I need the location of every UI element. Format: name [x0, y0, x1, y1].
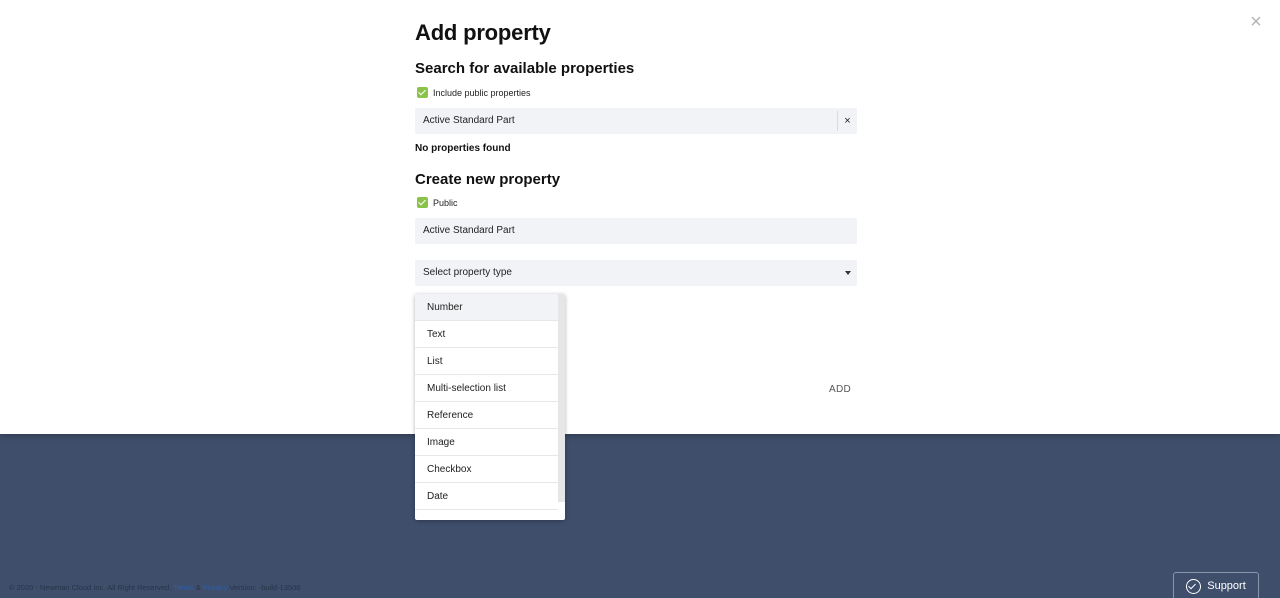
property-name-value: Active Standard Part — [423, 225, 515, 236]
close-icon[interactable]: × — [1246, 12, 1266, 32]
privacy-link[interactable]: Privacy — [203, 583, 228, 592]
search-input[interactable]: Active Standard Part × — [415, 108, 857, 134]
public-checkbox[interactable] — [417, 197, 428, 208]
property-type-placeholder: Select property type — [423, 267, 512, 278]
footer-amp: & — [195, 583, 201, 592]
footer: © 2020 - Newman Cloud Inc. All Right Res… — [9, 583, 300, 592]
property-name-input[interactable]: Active Standard Part — [415, 218, 857, 244]
search-section-heading: Search for available properties — [415, 60, 635, 77]
dropdown-option-number[interactable]: Number — [415, 294, 558, 321]
terms-link[interactable]: Terms — [173, 583, 193, 592]
dropdown-option-reference[interactable]: Reference — [415, 402, 558, 429]
caret-down-icon — [845, 271, 851, 275]
public-toggle[interactable]: Public — [417, 197, 458, 208]
clear-icon[interactable]: × — [837, 111, 857, 131]
dropdown-option-date[interactable]: Date — [415, 483, 558, 510]
footer-version: Version: -build-13506 — [229, 583, 301, 592]
public-label: Public — [433, 197, 458, 208]
include-public-label: Include public properties — [433, 87, 531, 98]
support-label: Support — [1207, 580, 1246, 592]
dropdown-option-checkbox[interactable]: Checkbox — [415, 456, 558, 483]
dropdown-option-list[interactable]: List — [415, 348, 558, 375]
footer-copyright: © 2020 - Newman Cloud Inc. All Right Res… — [9, 583, 172, 592]
property-type-dropdown: Number Text List Multi-selection list Re… — [415, 294, 565, 520]
modal-title: Add property — [415, 20, 551, 45]
add-button[interactable]: ADD — [822, 380, 858, 400]
search-input-value: Active Standard Part — [423, 115, 515, 126]
support-check-icon — [1186, 578, 1202, 594]
no-properties-message: No properties found — [415, 143, 511, 154]
support-button[interactable]: Support — [1173, 572, 1259, 598]
dropdown-option-multi-selection-list[interactable]: Multi-selection list — [415, 375, 558, 402]
create-section-heading: Create new property — [415, 171, 561, 188]
dropdown-option-text[interactable]: Text — [415, 321, 558, 348]
add-property-modal: × Add property Search for available prop… — [0, 0, 1280, 434]
dropdown-option-image[interactable]: Image — [415, 429, 558, 456]
include-public-toggle[interactable]: Include public properties — [417, 87, 531, 98]
property-type-select[interactable]: Select property type — [415, 260, 857, 286]
include-public-checkbox[interactable] — [417, 87, 428, 98]
dropdown-scrollbar[interactable] — [558, 294, 565, 502]
